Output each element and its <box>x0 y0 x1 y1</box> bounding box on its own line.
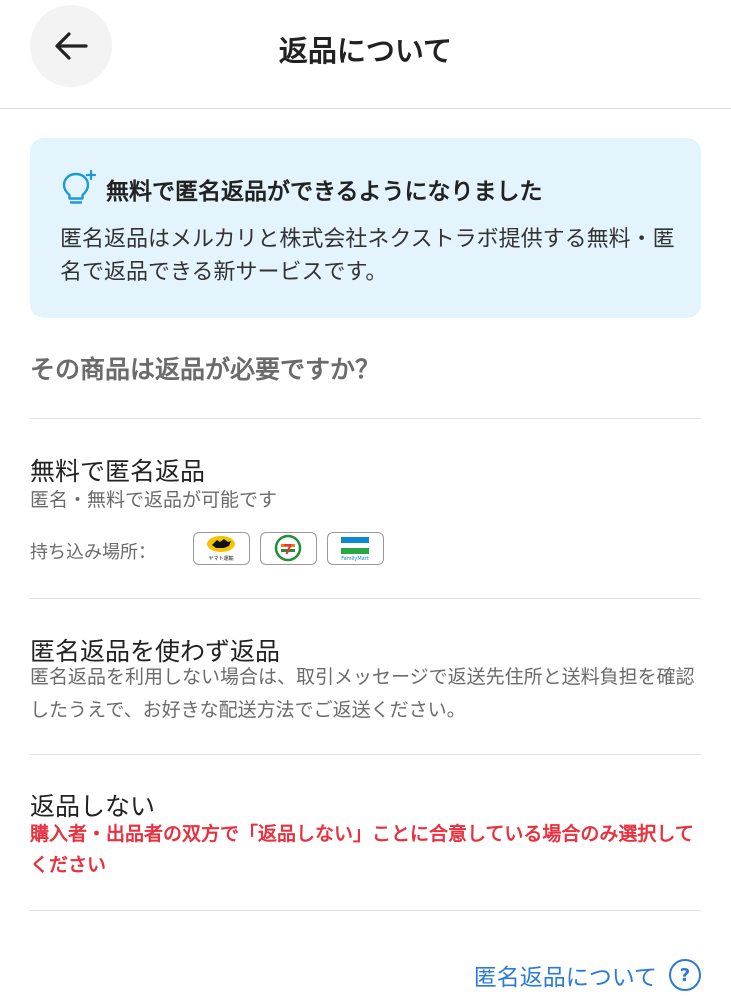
svg-text:7: 7 <box>283 543 292 558</box>
section-question: その商品は返品が必要ですか？ <box>30 355 381 384</box>
info-title: 無料で匿名返品ができるようになりました <box>106 179 543 205</box>
seven-eleven-icon: 7 <box>260 532 317 565</box>
divider <box>30 910 701 911</box>
option-anonymous-return[interactable]: 無料で匿名返品 匿名・無料で返品が可能です 持ち込み場所： ヤマト運輸 7 Fa… <box>30 418 701 598</box>
stores-label: 持ち込み場所： <box>30 542 156 563</box>
yamato-icon: ヤマト運輸 <box>193 532 250 565</box>
option-warning: 購入者・出品者の双方で「返品しない」ことに合意している場合のみ選択してください <box>30 823 694 876</box>
arrow-left-icon <box>55 32 88 60</box>
question-circle-icon[interactable]: ? <box>669 959 701 991</box>
option-return-without-anonymous[interactable]: 匿名返品を使わず返品 匿名返品を利用しない場合は、取引メッセージで返送先住所と送… <box>30 598 701 754</box>
help-link[interactable]: 匿名返品について ? <box>474 958 701 992</box>
option-title: 無料で匿名返品 <box>30 457 206 486</box>
option-description: 匿名・無料で返品が可能です <box>30 489 278 511</box>
info-description: 匿名返品はメルカリと株式会社ネクストラボ提供する無料・匿名で返品できる新サービス… <box>60 227 675 285</box>
app-header: 返品について <box>0 0 731 109</box>
back-button[interactable] <box>30 5 112 87</box>
help-link-text[interactable]: 匿名返品について <box>474 958 657 992</box>
option-description: 匿名返品を利用しない場合は、取引メッセージで返送先住所と送料負担を確認したうえで… <box>30 666 695 721</box>
page-title: 返品について <box>278 34 453 68</box>
svg-text:ヤマト運輸: ヤマト運輸 <box>208 555 233 562</box>
option-no-return[interactable]: 返品しない 購入者・出品者の双方で「返品しない」ことに合意している場合のみ選択し… <box>30 754 701 910</box>
familymart-icon: FamilyMart <box>327 532 384 565</box>
info-banner: 無料で匿名返品ができるようになりました 匿名返品はメルカリと株式会社ネクストラボ… <box>30 138 701 318</box>
lightbulb-icon <box>62 170 96 204</box>
svg-text:FamilyMart: FamilyMart <box>341 556 369 562</box>
option-title: 返品しない <box>30 792 156 821</box>
